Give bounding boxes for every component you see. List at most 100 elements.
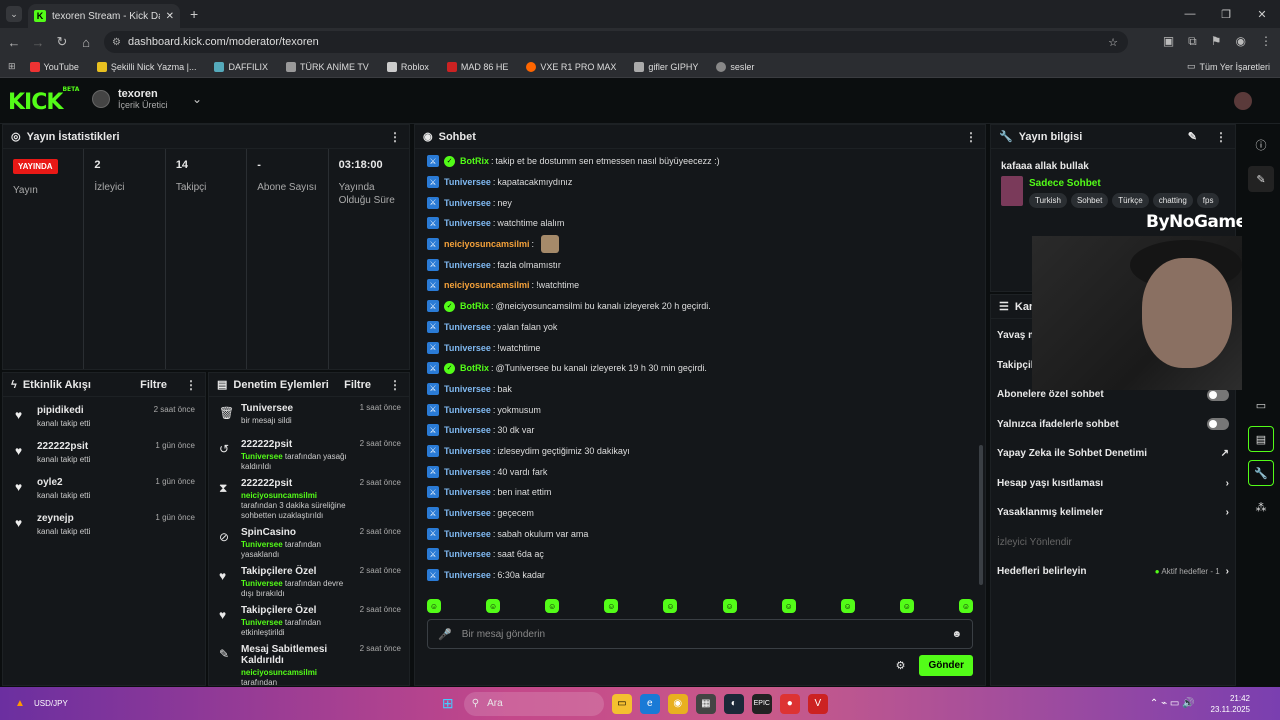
filter-button[interactable]: Filtre bbox=[140, 379, 167, 391]
setting-row[interactable]: Yalnızca ifadelerle sohbet bbox=[991, 410, 1235, 440]
tag[interactable]: Turkish bbox=[1029, 193, 1067, 208]
chat-message[interactable]: ⚔ Tuniversee: geçecem bbox=[415, 503, 975, 524]
bookmark-mad86[interactable]: MAD 86 HE bbox=[446, 61, 508, 72]
chat-message[interactable]: ⚔ Tuniversee: sabah okulum var ama bbox=[415, 523, 975, 544]
chevron-down-icon[interactable]: ⌄ bbox=[192, 92, 202, 106]
chat-username[interactable]: Tuniversee bbox=[444, 487, 491, 497]
clock-date[interactable]: 23.11.2025 bbox=[1211, 704, 1250, 715]
setting-row[interactable]: Hesap yaşı kısıtlaması › bbox=[991, 469, 1235, 499]
action-actor[interactable]: Tuniversee bbox=[241, 452, 283, 461]
close-window-icon[interactable]: ✕ bbox=[1244, 0, 1280, 28]
chat-message[interactable]: ⚔ Tuniversee: yokmusum bbox=[415, 399, 975, 420]
url-field[interactable]: ⚙ dashboard.kick.com/moderator/texoren ☆ bbox=[104, 31, 1128, 53]
chrome-icon[interactable]: ◉ bbox=[667, 693, 688, 714]
chat-username[interactable]: neiciyosuncamsilmi bbox=[444, 280, 530, 290]
toggle-switch[interactable] bbox=[1207, 388, 1229, 401]
more-options-icon[interactable]: ⋮ bbox=[185, 378, 197, 392]
event-user[interactable]: pipidikedi bbox=[37, 405, 146, 416]
back-icon[interactable]: ← bbox=[2, 35, 26, 50]
new-tab-icon[interactable]: + bbox=[190, 6, 198, 22]
action-subject[interactable]: 222222psit bbox=[241, 439, 352, 450]
category-name[interactable]: Sadece Sohbet bbox=[1029, 178, 1219, 189]
send-button[interactable]: Gönder bbox=[919, 655, 973, 676]
emote-icon[interactable]: ☺ bbox=[840, 599, 855, 613]
chat-message[interactable]: ⚔ Tuniversee: 6:30a kadar bbox=[415, 565, 975, 586]
emote-icon[interactable]: ☺ bbox=[604, 599, 619, 613]
bookmark-vxe[interactable]: VXE R1 PRO MAX bbox=[526, 61, 616, 72]
site-info-icon[interactable]: ⚙ bbox=[112, 37, 121, 48]
chat-settings-icon[interactable]: ⚙ bbox=[896, 659, 906, 672]
layout-icon[interactable]: ▭ bbox=[1248, 392, 1274, 418]
ticker-label[interactable]: USD/JPY bbox=[34, 699, 68, 708]
chat-message[interactable]: ⚔ Tuniversee: 40 vardı fark bbox=[415, 461, 975, 482]
info-icon[interactable]: ⓘ bbox=[1248, 132, 1274, 158]
edge-icon[interactable]: e bbox=[639, 693, 660, 714]
apps-icon[interactable]: ⁂ bbox=[1248, 494, 1274, 520]
chat-message[interactable]: ⚔ Tuniversee: 30 dk var bbox=[415, 420, 975, 441]
chat-username[interactable]: Tuniversee bbox=[444, 508, 491, 518]
chat-message[interactable]: ⚔ Tuniversee: ney bbox=[415, 192, 975, 213]
chat-message[interactable]: ⚔ Tuniversee: kapatacakmıydınız bbox=[415, 172, 975, 193]
tag[interactable]: Türkçe bbox=[1112, 193, 1149, 208]
chat-message[interactable]: ⚔ Tuniversee: !watchtime bbox=[415, 337, 975, 358]
reload-icon[interactable]: ↻ bbox=[50, 34, 74, 50]
chat-message[interactable]: ⚔ Tuniversee: watchtime alalım bbox=[415, 213, 975, 234]
event-user[interactable]: oyle2 bbox=[37, 477, 147, 488]
calculator-icon[interactable]: ▦ bbox=[695, 693, 716, 714]
panels-icon[interactable]: ▤ bbox=[1248, 426, 1274, 452]
media-icon[interactable]: ▣ bbox=[1163, 34, 1174, 49]
bookmark-roblox[interactable]: Roblox bbox=[386, 61, 429, 72]
action-subject[interactable]: SpinCasino bbox=[241, 527, 352, 538]
microphone-icon[interactable]: 🎤 bbox=[438, 628, 452, 641]
emote-icon[interactable]: ☺ bbox=[486, 599, 501, 613]
filter-button[interactable]: Filtre bbox=[344, 379, 371, 391]
epic-games-icon[interactable]: EPIC bbox=[751, 693, 772, 714]
chat-message[interactable]: ⚔ ✓ BotRix: @neiciyosuncamsilmi bu kanalı … bbox=[415, 296, 975, 317]
chat-message[interactable]: ⚔ Tuniversee: izleseydim geçtiğimiz 30 da… bbox=[415, 441, 975, 462]
edit-icon[interactable]: ✎ bbox=[1248, 166, 1274, 192]
chat-message[interactable]: ⚔ ✓ BotRix: takip et be dostumm sen etmess… bbox=[415, 151, 975, 172]
more-options-icon[interactable]: ⋮ bbox=[389, 130, 401, 144]
steam-icon[interactable]: ◐ bbox=[723, 693, 744, 714]
action-subject[interactable]: 222222psit bbox=[241, 478, 352, 489]
action-actor[interactable]: Tuniversee bbox=[241, 579, 283, 588]
chat-username[interactable]: BotRix bbox=[460, 301, 489, 311]
extensions-icon[interactable]: ⧉ bbox=[1188, 34, 1197, 49]
action-subject[interactable]: Tuniversee bbox=[241, 403, 352, 414]
bookmark-star-icon[interactable]: ☆ bbox=[1108, 36, 1118, 49]
valorant-icon[interactable]: V bbox=[807, 693, 828, 714]
emote-icon[interactable]: ☺ bbox=[899, 599, 914, 613]
bookmark-daffilix[interactable]: DAFFILIX bbox=[214, 61, 268, 72]
tab-search-icon[interactable]: ⌄ bbox=[6, 6, 22, 22]
chat-message[interactable]: ⚔ Tuniversee: yalan falan yok bbox=[415, 317, 975, 338]
chat-message[interactable]: ⚔ Tuniversee: bak bbox=[415, 379, 975, 400]
tag[interactable]: Sohbet bbox=[1070, 193, 1109, 208]
chat-username[interactable]: Tuniversee bbox=[444, 425, 491, 435]
chat-username[interactable]: BotRix bbox=[460, 156, 489, 166]
chat-username[interactable]: Tuniversee bbox=[444, 446, 491, 456]
setting-row[interactable]: Yasaklanmış kelimeler › bbox=[991, 498, 1235, 528]
action-actor[interactable]: neiciyosuncamsilmi bbox=[241, 668, 317, 677]
emoji-picker-icon[interactable]: ☻ bbox=[951, 629, 962, 640]
tag[interactable]: chatting bbox=[1152, 193, 1193, 208]
system-tray-icon[interactable]: ⌃ ⌁ ▭ 🔊 bbox=[1150, 698, 1195, 709]
emote-icon[interactable]: ☺ bbox=[958, 599, 973, 613]
tag[interactable]: fps bbox=[1196, 193, 1220, 208]
browser-tab[interactable]: K texoren Stream - Kick Dashboa ✕ bbox=[28, 4, 180, 28]
emote-icon[interactable]: ☺ bbox=[663, 599, 678, 613]
home-icon[interactable]: ⌂ bbox=[74, 35, 98, 50]
weather-icon[interactable]: ▲ bbox=[10, 694, 30, 714]
chat-username[interactable]: Tuniversee bbox=[444, 177, 491, 187]
taskbar-search[interactable]: ⚲ Ara bbox=[463, 691, 604, 716]
chat-username[interactable]: Tuniversee bbox=[444, 405, 491, 415]
chat-message[interactable]: ⚔ Tuniversee: ben inat ettim bbox=[415, 482, 975, 503]
emote-icon[interactable]: ☺ bbox=[722, 599, 737, 613]
action-actor[interactable]: Tuniversee bbox=[241, 540, 283, 549]
chat-message[interactable]: ⚔ Tuniversee: fazla olmamıstır bbox=[415, 254, 975, 275]
windows-start-icon[interactable]: ⊞ bbox=[438, 694, 458, 714]
chat-username[interactable]: Tuniversee bbox=[444, 218, 491, 228]
emote-icon[interactable]: ☺ bbox=[545, 599, 560, 613]
chat-username[interactable]: Tuniversee bbox=[444, 384, 491, 394]
setting-row[interactable]: Hedefleri belirleyin ● Aktif hedefler - 1… bbox=[991, 557, 1235, 587]
setting-row[interactable]: İzleyici Yönlendir bbox=[991, 528, 1235, 558]
